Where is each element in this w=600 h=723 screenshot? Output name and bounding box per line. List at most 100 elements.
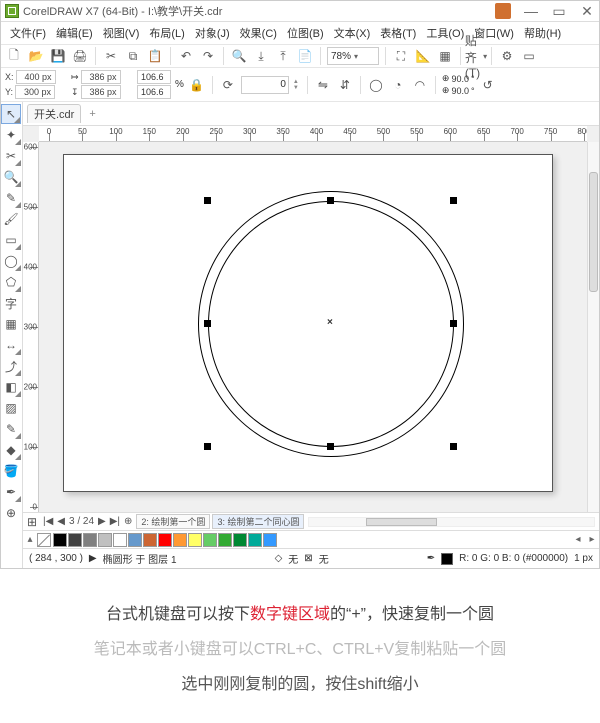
interactive-fill-tool[interactable]: ◆ [1, 440, 21, 460]
color-swatch[interactable] [248, 533, 262, 547]
color-swatch[interactable] [143, 533, 157, 547]
page-tab-3[interactable]: 3: 绘制第二个同心圆 [212, 514, 304, 529]
open-icon[interactable]: 📂 [27, 47, 45, 65]
page-prev-button[interactable]: ◀ [55, 516, 67, 527]
angle-start-input[interactable]: 90.0 [451, 74, 469, 84]
horizontal-scrollbar[interactable] [308, 517, 595, 527]
menu-file[interactable]: 文件(F) [7, 24, 49, 42]
menu-help[interactable]: 帮助(H) [521, 24, 564, 42]
page-last-button[interactable]: ▶| [108, 516, 122, 527]
import-icon[interactable]: ⤓ [252, 47, 270, 65]
pick-tool[interactable]: ↖ [1, 104, 21, 124]
scale-x-input[interactable]: 106.6 [137, 70, 171, 84]
connector-tool[interactable]: ⤴ [1, 356, 21, 376]
menu-view[interactable]: 视图(V) [100, 24, 143, 42]
expand-toolbox-icon[interactable]: ⊕ [1, 503, 21, 523]
color-swatch[interactable] [158, 533, 172, 547]
color-swatch[interactable] [203, 533, 217, 547]
palette-right-button[interactable]: ▸ [585, 533, 599, 547]
maximize-button[interactable]: ▭ [551, 4, 567, 18]
document-tab[interactable]: 开关.cdr [27, 104, 81, 123]
height-input[interactable]: 386 px [81, 85, 121, 99]
color-swatch[interactable] [113, 533, 127, 547]
close-button[interactable]: ✕ [579, 4, 595, 18]
minimize-button[interactable]: — [523, 4, 539, 18]
menu-text[interactable]: 文本(X) [331, 24, 374, 42]
cut-icon[interactable]: ✂ [102, 47, 120, 65]
search-icon[interactable]: 🔍 [230, 47, 248, 65]
dimension-tool[interactable]: ↔ [1, 335, 21, 355]
outline-tool[interactable]: ✒ [1, 482, 21, 502]
new-doc-icon[interactable]: 🗋 [5, 47, 23, 65]
print-icon[interactable]: 🖨 [71, 47, 89, 65]
menu-layout[interactable]: 布局(L) [146, 24, 187, 42]
rulers-icon[interactable]: 📐 [414, 47, 432, 65]
color-swatch[interactable] [128, 533, 142, 547]
color-swatch[interactable] [263, 533, 277, 547]
color-swatch[interactable] [173, 533, 187, 547]
menu-effects[interactable]: 效果(C) [237, 24, 280, 42]
zoom-tool[interactable]: 🔍 [1, 167, 21, 187]
page-first-button[interactable]: |◀ [41, 516, 55, 527]
vertical-scrollbar-thumb[interactable] [589, 172, 598, 292]
mirror-horizontal-icon[interactable]: ⇋ [314, 76, 332, 94]
rotation-input[interactable]: 0 [241, 76, 289, 94]
color-swatch[interactable] [218, 533, 232, 547]
color-swatch[interactable] [233, 533, 247, 547]
ellipse-icon[interactable]: ◯ [367, 76, 385, 94]
grid-icon[interactable]: ▦ [436, 47, 454, 65]
selection-handle-ne[interactable] [450, 197, 457, 204]
user-account-icon[interactable] [495, 3, 511, 19]
page-add-button[interactable]: ⊕ [122, 516, 134, 527]
mirror-vertical-icon[interactable]: ⇵ [336, 76, 354, 94]
transparency-tool[interactable]: ▨ [1, 398, 21, 418]
undo-icon[interactable]: ↶ [177, 47, 195, 65]
no-color-swatch[interactable] [37, 533, 51, 547]
palette-up-button[interactable]: ▴ [23, 533, 37, 547]
artistic-media-tool[interactable]: 🖌 [1, 209, 21, 229]
color-swatch[interactable] [68, 533, 82, 547]
selection-handle-sw[interactable] [204, 443, 211, 450]
freehand-tool[interactable]: ✎ [1, 188, 21, 208]
export-icon[interactable]: ⤒ [274, 47, 292, 65]
outline-none-icon[interactable]: ◇ [275, 553, 283, 564]
table-tool[interactable]: ▦ [1, 314, 21, 334]
outline-pen-icon[interactable]: ✒ [427, 553, 435, 564]
zoom-level-input[interactable]: 78% [327, 47, 379, 65]
paste-icon[interactable]: 📋 [146, 47, 164, 65]
ellipse-tool[interactable]: ◯ [1, 251, 21, 271]
menu-bitmap[interactable]: 位图(B) [284, 24, 327, 42]
expand-pages-icon[interactable]: ⊞ [23, 513, 41, 531]
text-tool[interactable]: 字 [1, 293, 21, 313]
scale-y-input[interactable]: 106.6 [137, 85, 171, 99]
page-tab-2[interactable]: 2: 绘制第一个圆 [136, 514, 210, 529]
page-next-button[interactable]: ▶ [96, 516, 108, 527]
options-icon[interactable]: ⚙ [498, 47, 516, 65]
snap-to-button[interactable]: 贴齐(T) [467, 47, 485, 65]
menu-object[interactable]: 对象(J) [192, 24, 233, 42]
selection-handle-se[interactable] [450, 443, 457, 450]
shape-tool[interactable]: ✦ [1, 125, 21, 145]
fill-none-icon[interactable]: ⊠ [304, 553, 312, 564]
selection-center-marker[interactable]: × [327, 317, 333, 328]
smart-fill-tool[interactable]: 🪣 [1, 461, 21, 481]
polygon-tool[interactable]: ⬠ [1, 272, 21, 292]
y-input[interactable]: 300 px [15, 85, 55, 99]
selection-handle-w[interactable] [204, 320, 211, 327]
vertical-scrollbar[interactable] [587, 142, 599, 512]
canvas[interactable]: × [39, 142, 587, 512]
copy-icon[interactable]: ⧉ [124, 47, 142, 65]
color-swatch[interactable] [53, 533, 67, 547]
palette-left-button[interactable]: ◂ [571, 533, 585, 547]
angle-end-input[interactable]: 90.0 [451, 86, 469, 96]
drop-shadow-tool[interactable]: ◧ [1, 377, 21, 397]
rectangle-tool[interactable]: ▭ [1, 230, 21, 250]
publish-pdf-icon[interactable]: 📄 [296, 47, 314, 65]
selection-handle-n[interactable] [327, 197, 334, 204]
x-input[interactable]: 400 px [16, 70, 56, 84]
color-swatch[interactable] [83, 533, 97, 547]
eyedropper-tool[interactable]: ✎ [1, 419, 21, 439]
selection-handle-s[interactable] [327, 443, 334, 450]
new-tab-button[interactable]: + [85, 108, 99, 120]
outline-color-swatch[interactable] [441, 553, 453, 565]
